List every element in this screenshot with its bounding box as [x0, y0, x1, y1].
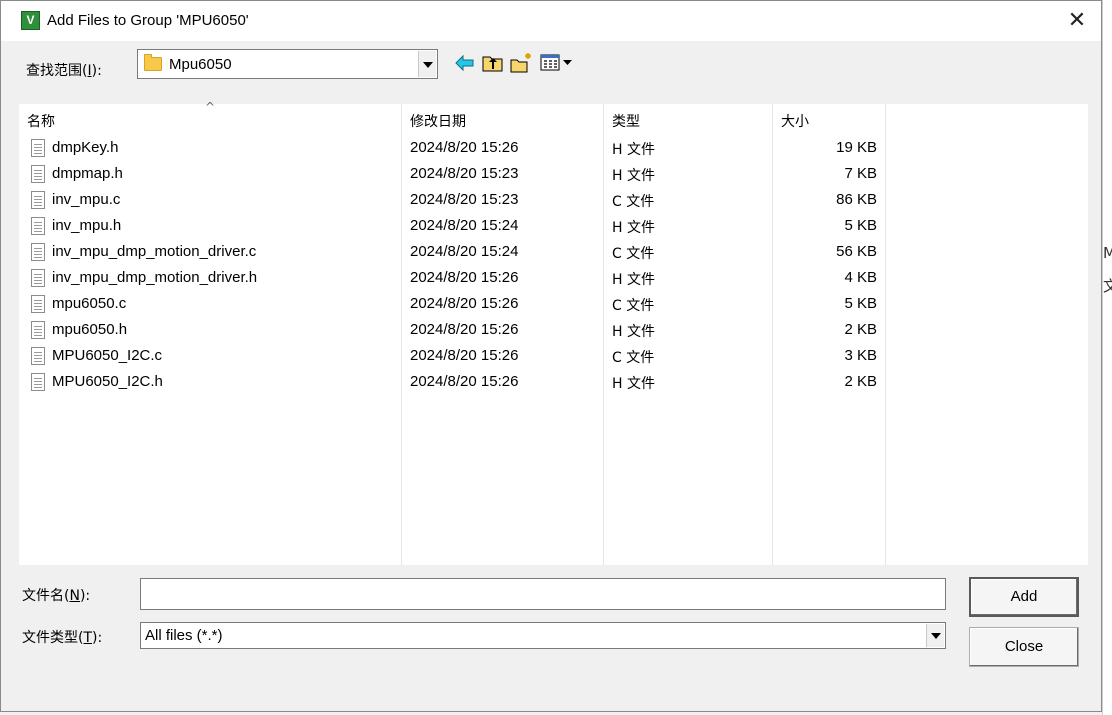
- file-row[interactable]: inv_mpu_dmp_motion_driver.h 2024/8/20 15…: [19, 265, 1088, 291]
- file-type: H 文件: [612, 220, 655, 236]
- file-row[interactable]: MPU6050_I2C.c 2024/8/20 15:26 C 文件 3 KB: [19, 343, 1088, 369]
- close-button[interactable]: Close: [969, 627, 1079, 667]
- file-type: C 文件: [612, 246, 655, 262]
- new-folder-icon[interactable]: [509, 51, 533, 75]
- file-date: 2024/8/20 15:24: [410, 217, 519, 234]
- file-name: inv_mpu_dmp_motion_driver.h: [52, 269, 258, 286]
- background-text-2: 文: [1103, 277, 1112, 295]
- file-name: mpu6050.c: [52, 295, 127, 312]
- file-type: C 文件: [612, 194, 655, 210]
- file-row[interactable]: dmpmap.h 2024/8/20 15:23 H 文件 7 KB: [19, 161, 1088, 187]
- chevron-down-icon[interactable]: [926, 624, 944, 647]
- file-name: MPU6050_I2C.h: [52, 373, 163, 390]
- title-bar[interactable]: V Add Files to Group 'MPU6050' ✕: [1, 1, 1101, 41]
- file-type: H 文件: [612, 376, 655, 392]
- chevron-down-icon[interactable]: [418, 51, 436, 77]
- file-type: H 文件: [612, 168, 655, 184]
- document-icon: [31, 295, 45, 313]
- file-size: 3 KB: [844, 347, 877, 364]
- file-date: 2024/8/20 15:26: [410, 321, 519, 338]
- file-name: MPU6050_I2C.c: [52, 347, 163, 364]
- background-window-edge: [1102, 0, 1112, 715]
- file-date: 2024/8/20 15:26: [410, 295, 519, 312]
- lookin-label: 查找范围(I):: [26, 63, 102, 79]
- up-folder-icon[interactable]: [481, 51, 505, 75]
- file-size: 86 KB: [836, 191, 877, 208]
- file-date: 2024/8/20 15:26: [410, 139, 519, 156]
- file-name: inv_mpu.c: [52, 191, 121, 208]
- filetype-value: All files (*.*): [145, 627, 223, 644]
- file-date: 2024/8/20 15:26: [410, 373, 519, 390]
- filename-label: 文件名(N):: [22, 588, 91, 604]
- file-row[interactable]: MPU6050_I2C.h 2024/8/20 15:26 H 文件 2 KB: [19, 369, 1088, 395]
- file-date: 2024/8/20 15:23: [410, 165, 519, 182]
- file-date: 2024/8/20 15:23: [410, 191, 519, 208]
- keil-app-icon: V: [21, 11, 40, 30]
- file-name: inv_mpu.h: [52, 217, 122, 234]
- document-icon: [31, 269, 45, 287]
- folder-icon: [144, 54, 162, 71]
- window-title: Add Files to Group 'MPU6050': [47, 12, 249, 29]
- column-header-size[interactable]: 大小: [781, 111, 809, 131]
- file-row[interactable]: inv_mpu.c 2024/8/20 15:23 C 文件 86 KB: [19, 187, 1088, 213]
- file-type: H 文件: [612, 272, 655, 288]
- file-row[interactable]: inv_mpu.h 2024/8/20 15:24 H 文件 5 KB: [19, 213, 1088, 239]
- close-window-icon[interactable]: ✕: [1063, 7, 1091, 35]
- file-size: 5 KB: [844, 217, 877, 234]
- back-arrow-icon[interactable]: [453, 51, 477, 75]
- file-name: dmpmap.h: [52, 165, 123, 182]
- file-size: 2 KB: [844, 321, 877, 338]
- screen: M 文 V Add Files to Group 'MPU6050' ✕ 查找范…: [0, 0, 1112, 715]
- lookin-value: Mpu6050: [169, 56, 232, 73]
- filetype-label: 文件类型(T):: [22, 630, 103, 646]
- file-size: 56 KB: [836, 243, 877, 260]
- add-button[interactable]: Add: [969, 577, 1079, 617]
- file-type: H 文件: [612, 142, 655, 158]
- add-files-dialog: V Add Files to Group 'MPU6050' ✕ 查找范围(I)…: [0, 0, 1102, 712]
- column-header-name[interactable]: 名称: [27, 111, 55, 131]
- sort-ascending-icon: ^: [205, 100, 216, 114]
- file-size: 5 KB: [844, 295, 877, 312]
- file-name: mpu6050.h: [52, 321, 128, 338]
- file-name: inv_mpu_dmp_motion_driver.c: [52, 243, 257, 260]
- document-icon: [31, 243, 45, 261]
- lookin-dropdown[interactable]: Mpu6050: [137, 49, 438, 79]
- file-name: dmpKey.h: [52, 139, 119, 156]
- file-row[interactable]: inv_mpu_dmp_motion_driver.c 2024/8/20 15…: [19, 239, 1088, 265]
- column-header-type[interactable]: 类型: [612, 111, 640, 131]
- file-type: C 文件: [612, 298, 655, 314]
- file-list[interactable]: ^ 名称 修改日期 类型 大小 dmpKey.h 2024/8/20 15:26…: [19, 100, 1088, 565]
- file-type: C 文件: [612, 350, 655, 366]
- file-size: 19 KB: [836, 139, 877, 156]
- document-icon: [31, 373, 45, 391]
- view-menu-icon[interactable]: [539, 51, 575, 75]
- file-row[interactable]: mpu6050.c 2024/8/20 15:26 C 文件 5 KB: [19, 291, 1088, 317]
- file-row[interactable]: mpu6050.h 2024/8/20 15:26 H 文件 2 KB: [19, 317, 1088, 343]
- document-icon: [31, 217, 45, 235]
- file-date: 2024/8/20 15:26: [410, 269, 519, 286]
- filetype-dropdown[interactable]: All files (*.*): [140, 622, 946, 649]
- file-size: 4 KB: [844, 269, 877, 286]
- document-icon: [31, 191, 45, 209]
- file-date: 2024/8/20 15:24: [410, 243, 519, 260]
- file-row[interactable]: dmpKey.h 2024/8/20 15:26 H 文件 19 KB: [19, 135, 1088, 161]
- file-size: 7 KB: [844, 165, 877, 182]
- file-size: 2 KB: [844, 373, 877, 390]
- document-icon: [31, 321, 45, 339]
- column-header-date[interactable]: 修改日期: [410, 111, 466, 131]
- document-icon: [31, 139, 45, 157]
- document-icon: [31, 347, 45, 365]
- background-text-1: M: [1103, 244, 1112, 262]
- document-icon: [31, 165, 45, 183]
- filename-input[interactable]: [140, 578, 946, 610]
- file-type: H 文件: [612, 324, 655, 340]
- file-date: 2024/8/20 15:26: [410, 347, 519, 364]
